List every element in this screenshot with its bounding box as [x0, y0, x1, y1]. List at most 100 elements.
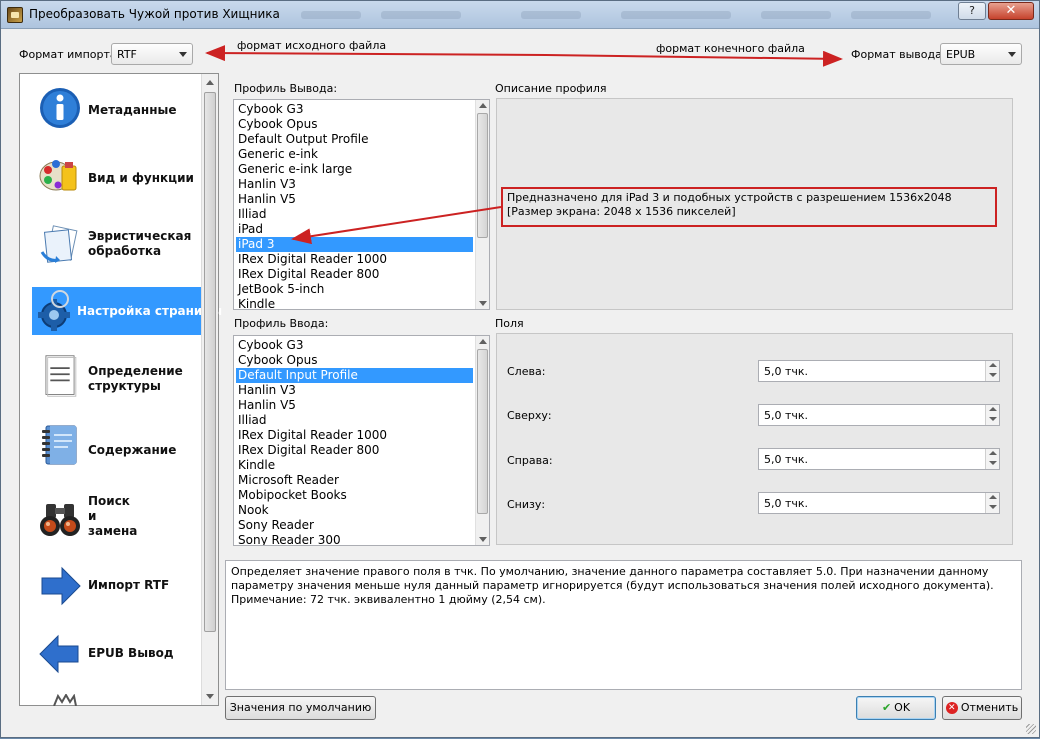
spin-buttons[interactable]: [985, 405, 999, 425]
output-profile-list-item[interactable]: IRex Digital Reader 800: [236, 267, 473, 282]
chevron-down-icon[interactable]: [989, 505, 997, 509]
scroll-up-button[interactable]: [476, 100, 489, 112]
scroll-down-button[interactable]: [202, 688, 218, 705]
input-profile-list-item[interactable]: Default Input Profile: [236, 368, 473, 383]
input-profile-list-item[interactable]: Kindle: [236, 458, 473, 473]
sidebar-item-label: Импорт RTF: [88, 578, 170, 592]
input-profile-list-item[interactable]: Mobipocket Books: [236, 488, 473, 503]
input-profile-list[interactable]: Sony Reader 300 Sony Reader Nook Mobipocket…: [233, 335, 490, 546]
spin-buttons[interactable]: [985, 449, 999, 469]
input-profile-list-item[interactable]: Hanlin V5: [236, 398, 473, 413]
input-profile-scrollbar[interactable]: [475, 336, 489, 545]
sidebar-item-heuristics[interactable]: Эвристическая обработка: [20, 212, 202, 276]
input-profile-list-item[interactable]: Hanlin V3: [236, 383, 473, 398]
margin-bottom-value: 5,0 тчк.: [764, 497, 809, 510]
sidebar-item-search-replace[interactable]: Поиск и замена: [20, 488, 202, 552]
output-format-select[interactable]: EPUB: [940, 43, 1022, 65]
ok-button[interactable]: ✔ OK: [856, 696, 936, 720]
input-profile-list-item[interactable]: Sony Reader 300: [236, 533, 473, 545]
restore-defaults-button[interactable]: Значения по умолчанию: [225, 696, 376, 720]
notebook-toc-icon: [42, 425, 77, 465]
sidebar-item-label: Вид и функции: [88, 171, 194, 185]
scroll-thumb[interactable]: [204, 92, 216, 632]
output-profile-list-item[interactable]: Kindle: [236, 297, 473, 309]
margin-bottom-spinbox[interactable]: 5,0 тчк.: [758, 492, 1000, 514]
spin-buttons[interactable]: [985, 493, 999, 513]
output-profile-list-item[interactable]: Illiad: [236, 207, 473, 222]
input-profile-list-item[interactable]: Microsoft Reader: [236, 473, 473, 488]
sidebar-item-text: Эвристическая обработка: [88, 229, 192, 258]
output-profile-list-item[interactable]: Default Output Profile: [236, 132, 473, 147]
chevron-down-icon: [479, 537, 487, 542]
chevron-up-icon[interactable]: [989, 495, 997, 499]
input-profile-list-item[interactable]: Illiad: [236, 413, 473, 428]
margin-top-spinbox[interactable]: 5,0 тчк.: [758, 404, 1000, 426]
output-profile-list-item[interactable]: IRex Digital Reader 1000: [236, 252, 473, 267]
sidebar-item-page-setup[interactable]: Настройка страницы: [32, 287, 222, 335]
close-button[interactable]: ✕: [988, 2, 1034, 20]
margin-left-label: Слева:: [507, 365, 546, 378]
cancel-button[interactable]: ✕ Отменить: [942, 696, 1022, 720]
background-ghost: [381, 11, 461, 19]
chevron-down-icon: [1008, 52, 1016, 57]
output-profile-scrollbar[interactable]: [475, 100, 489, 309]
scroll-up-button[interactable]: [476, 336, 489, 348]
chevron-up-icon[interactable]: [989, 363, 997, 367]
margin-right-spinbox[interactable]: 5,0 тчк.: [758, 448, 1000, 470]
margin-left-spinbox[interactable]: 5,0 тчк.: [758, 360, 1000, 382]
output-profile-list-item[interactable]: Cybook Opus: [236, 117, 473, 132]
import-format-value: RTF: [117, 48, 137, 61]
sidebar-item-text: Определение структуры: [88, 364, 183, 393]
spin-buttons[interactable]: [985, 361, 999, 381]
output-profile-list-item[interactable]: iPad: [236, 222, 473, 237]
chevron-down-icon[interactable]: [989, 417, 997, 421]
sidebar-item-epub-output[interactable]: EPUB Вывод: [20, 620, 202, 684]
output-profile-list-item[interactable]: Cybook G3: [236, 102, 473, 117]
title-bar[interactable]: Преобразовать Чужой против Хищника ? ✕: [1, 1, 1039, 29]
background-ghost: [851, 11, 931, 19]
chevron-down-icon[interactable]: [989, 373, 997, 377]
binoculars-icon: [40, 504, 80, 536]
chevron-up-icon[interactable]: [989, 407, 997, 411]
sidebar-item-label: Содержание: [88, 443, 177, 457]
output-format-value: EPUB: [946, 48, 976, 61]
sidebar-item-structure[interactable]: Определение структуры: [20, 350, 202, 414]
scroll-thumb[interactable]: [477, 113, 488, 238]
chevron-down-icon[interactable]: [989, 461, 997, 465]
sidebar-item-look-feel[interactable]: Вид и функции: [20, 144, 202, 208]
sidebar-item-label: EPUB Вывод: [88, 646, 174, 660]
input-profile-list-item[interactable]: Cybook Opus: [236, 353, 473, 368]
output-profile-list-item[interactable]: Generic e-ink: [236, 147, 473, 162]
scroll-thumb[interactable]: [477, 349, 488, 514]
output-profile-list-item[interactable]: JetBook 5-inch: [236, 282, 473, 297]
arrow-to-output-format: [545, 50, 843, 67]
chevron-down-icon: [179, 52, 187, 57]
scroll-down-button[interactable]: [476, 297, 489, 309]
sidebar-item-toc[interactable]: Содержание: [20, 416, 202, 480]
output-profile-list-item[interactable]: iPad 3: [236, 237, 473, 252]
input-profile-list-item[interactable]: IRex Digital Reader 1000: [236, 428, 473, 443]
help-button[interactable]: ?: [958, 2, 986, 20]
input-profile-list-item[interactable]: IRex Digital Reader 800: [236, 443, 473, 458]
output-profile-list[interactable]: Kindle JetBook 5-inch IRex Digital Reader …: [233, 99, 490, 310]
scroll-up-button[interactable]: [202, 74, 218, 91]
import-format-select[interactable]: RTF: [111, 43, 193, 65]
resize-grip[interactable]: [1026, 724, 1036, 734]
output-profile-list-item[interactable]: Hanlin V3: [236, 177, 473, 192]
sidebar-item-rtf-input[interactable]: Импорт RTF: [20, 552, 202, 616]
sidebar-item-metadata[interactable]: Метаданные: [20, 76, 202, 140]
chevron-up-icon[interactable]: [989, 451, 997, 455]
output-profile-list-item[interactable]: Hanlin V5: [236, 192, 473, 207]
document-structure-icon: [45, 355, 77, 397]
input-profile-list-item[interactable]: Sony Reader: [236, 518, 473, 533]
margin-right-label: Справа:: [507, 454, 553, 467]
input-profile-list-item[interactable]: Cybook G3: [236, 338, 473, 353]
margins-label: Поля: [495, 317, 524, 330]
input-profile-list-item[interactable]: Nook: [236, 503, 473, 518]
output-profile-list-item[interactable]: Generic e-ink large: [236, 162, 473, 177]
help-text-box[interactable]: Определяет значение правого поля в тчк. …: [225, 560, 1022, 690]
info-icon: [40, 88, 80, 128]
margin-top-label: Сверху:: [507, 409, 552, 422]
scroll-down-button[interactable]: [476, 533, 489, 545]
sidebar-scrollbar[interactable]: [201, 74, 218, 705]
